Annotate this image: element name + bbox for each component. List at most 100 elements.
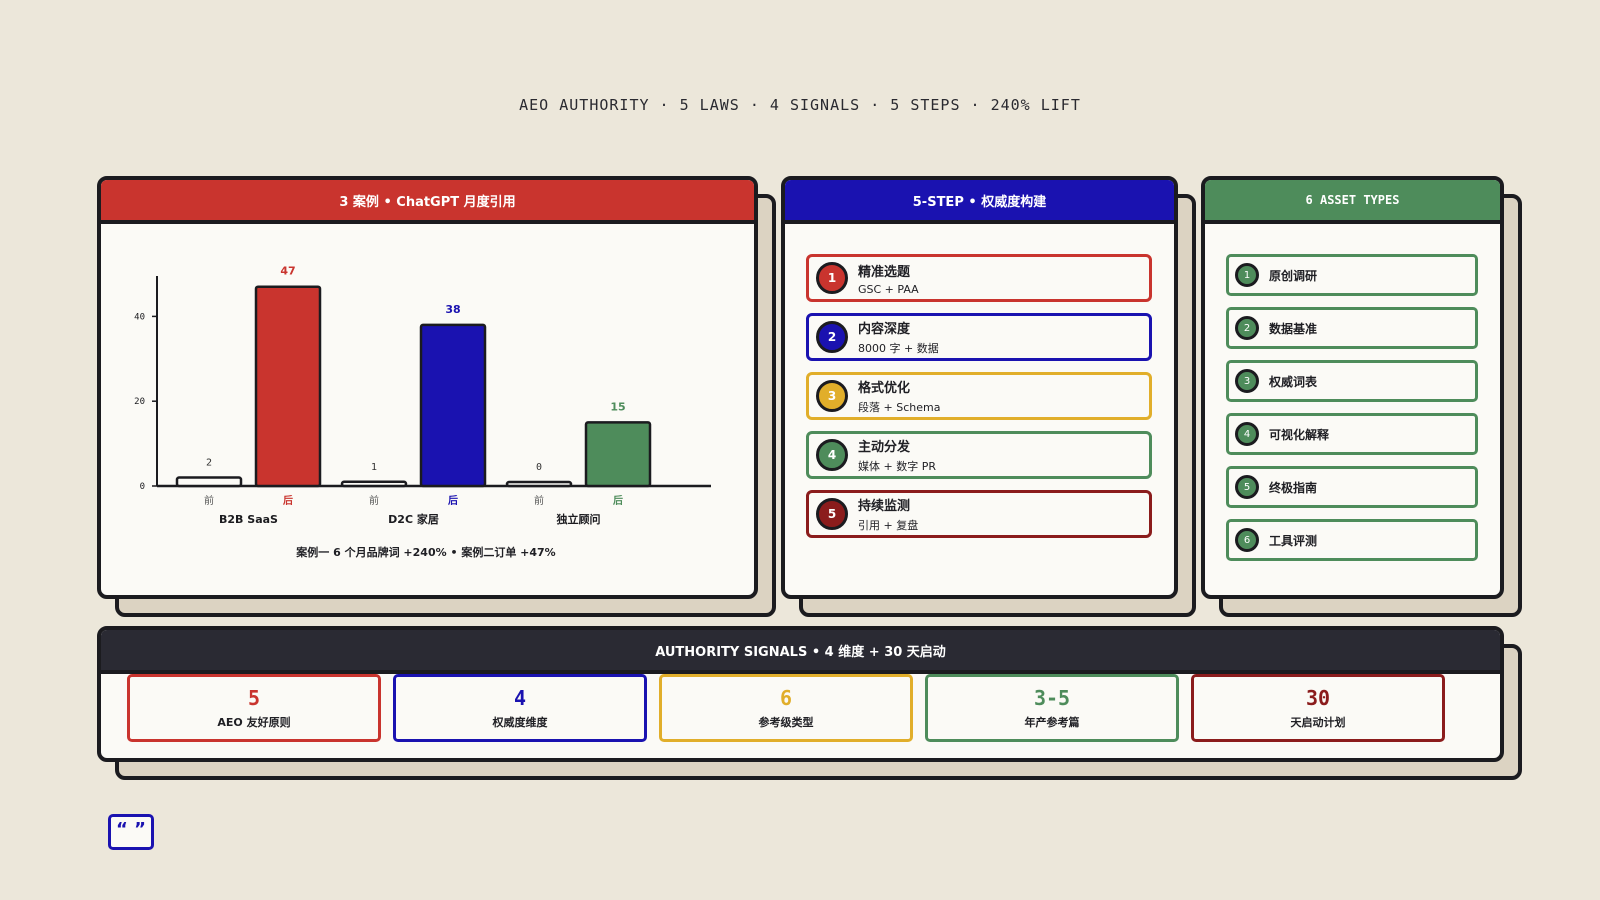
asset-item[interactable]: 1 原创调研 <box>1226 254 1478 296</box>
signal-stat: 30 天启动计划 <box>1191 674 1445 742</box>
y-tick-label: 40 <box>134 312 145 322</box>
bar-before-value-label: 1 <box>371 462 377 473</box>
signal-value: 5 <box>247 686 261 710</box>
asset-item[interactable]: 2 数据基准 <box>1226 307 1478 349</box>
signal-label: 参考级类型 <box>758 716 814 729</box>
step-text: 主动分发 媒体 + 数字 PR <box>858 436 936 474</box>
step-title: 格式优化 <box>858 381 911 396</box>
step-number-badge: 4 <box>816 439 848 471</box>
signal-stat: 4 权威度维度 <box>393 674 647 742</box>
bar-before-value-label: 0 <box>536 462 542 473</box>
signal-stat: 5 AEO 友好原则 <box>127 674 381 742</box>
asset-number-badge: 3 <box>1235 369 1259 393</box>
asset-item[interactable]: 4 可视化解释 <box>1226 413 1478 455</box>
bar-after <box>584 421 652 488</box>
signal-value: 30 <box>1305 686 1331 710</box>
asset-number-badge: 1 <box>1235 263 1259 287</box>
signals-card-title: AUTHORITY SIGNALS • 4 维度 + 30 天启动 <box>101 630 1500 674</box>
asset-label: 终极指南 <box>1269 480 1318 495</box>
signals-card-face: AUTHORITY SIGNALS • 4 维度 + 30 天启动 5 AEO … <box>97 626 1504 762</box>
step-subtitle: 8000 字 + 数据 <box>858 342 939 355</box>
step-subtitle: 段落 + Schema <box>858 401 941 414</box>
y-tick-label: 0 <box>140 482 145 492</box>
category-label: B2B SaaS <box>219 513 278 526</box>
step-number-badge: 5 <box>816 498 848 530</box>
series-label-after: 后 <box>613 494 623 507</box>
bar-before <box>175 476 243 488</box>
signal-value: 4 <box>513 686 527 710</box>
series-label-before: 前 <box>204 494 214 507</box>
steps-list: 1 精准选题 GSC + PAA 2 内容深度 8000 字 + 数据 3 格式… <box>806 254 1152 549</box>
steps-card-face: 5-STEP • 权威度构建 1 精准选题 GSC + PAA 2 内容深度 8… <box>781 176 1178 599</box>
asset-number-badge: 2 <box>1235 316 1259 340</box>
step-number-badge: 3 <box>816 380 848 412</box>
cases-card-face: 3 案例 • ChatGPT 月度引用 0 20 40 2 47 前 后 B2B SaaS 1 3… <box>97 176 758 599</box>
assets-card-title: 6 ASSET TYPES <box>1205 180 1500 224</box>
asset-label: 原创调研 <box>1269 268 1318 283</box>
bar-after <box>419 323 487 488</box>
asset-number-badge: 6 <box>1235 528 1259 552</box>
step-item[interactable]: 5 持续监测 引用 + 复盘 <box>806 490 1152 538</box>
signal-value: 6 <box>779 686 793 710</box>
series-label-before: 前 <box>369 494 379 507</box>
signals-card: AUTHORITY SIGNALS • 4 维度 + 30 天启动 5 AEO … <box>97 626 1522 780</box>
bar-before <box>505 480 573 488</box>
step-title: 主动分发 <box>858 440 911 455</box>
step-title: 精准选题 <box>858 264 911 280</box>
quote-icon[interactable]: “ ” <box>108 814 154 850</box>
y-tick-label: 20 <box>134 397 145 407</box>
signal-label: AEO 友好原则 <box>217 716 291 729</box>
steps-card: 5-STEP • 权威度构建 1 精准选题 GSC + PAA 2 内容深度 8… <box>781 176 1196 617</box>
assets-card: 6 ASSET TYPES 1 原创调研 2 数据基准 3 权威词表 4 可视化… <box>1201 176 1522 617</box>
signals-row: 5 AEO 友好原则 4 权威度维度 6 参考级类型 3-5 年产参考篇 30 … <box>127 674 1445 742</box>
cases-card: 3 案例 • ChatGPT 月度引用 0 20 40 2 47 前 后 B2B SaaS 1 3… <box>97 176 776 617</box>
step-item[interactable]: 2 内容深度 8000 字 + 数据 <box>806 313 1152 361</box>
asset-label: 工具评测 <box>1269 533 1318 548</box>
series-label-after: 后 <box>283 494 293 507</box>
asset-label: 可视化解释 <box>1269 427 1330 442</box>
steps-card-title: 5-STEP • 权威度构建 <box>785 180 1174 224</box>
asset-label: 权威词表 <box>1269 374 1318 389</box>
bar-after-value-label: 38 <box>445 303 460 316</box>
step-item[interactable]: 3 格式优化 段落 + Schema <box>806 372 1152 420</box>
assets-list: 1 原创调研 2 数据基准 3 权威词表 4 可视化解释 5 终极指南 6 工具… <box>1226 254 1478 572</box>
signal-value: 3-5 <box>1033 686 1071 710</box>
step-text: 内容深度 8000 字 + 数据 <box>858 318 939 356</box>
step-subtitle: 媒体 + 数字 PR <box>858 460 936 473</box>
bar-before-value-label: 2 <box>206 458 212 469</box>
asset-item[interactable]: 5 终极指南 <box>1226 466 1478 508</box>
headline: AEO AUTHORITY · 5 LAWS · 4 SIGNALS · 5 S… <box>519 96 1081 114</box>
asset-number-badge: 4 <box>1235 422 1259 446</box>
step-number-badge: 2 <box>816 321 848 353</box>
signal-label: 年产参考篇 <box>1024 716 1080 729</box>
step-number-badge: 1 <box>816 262 848 294</box>
bar-before <box>340 480 408 488</box>
step-title: 内容深度 <box>858 322 911 337</box>
step-item[interactable]: 4 主动分发 媒体 + 数字 PR <box>806 431 1152 479</box>
step-text: 精准选题 GSC + PAA <box>858 261 919 296</box>
step-title: 持续监测 <box>858 499 911 514</box>
bar-after <box>254 285 322 488</box>
asset-item[interactable]: 6 工具评测 <box>1226 519 1478 561</box>
signal-stat: 3-5 年产参考篇 <box>925 674 1179 742</box>
step-subtitle: 引用 + 复盘 <box>858 519 919 532</box>
cases-card-title: 3 案例 • ChatGPT 月度引用 <box>101 180 754 224</box>
asset-number-badge: 5 <box>1235 475 1259 499</box>
series-label-after: 后 <box>448 494 458 507</box>
asset-label: 数据基准 <box>1269 321 1318 336</box>
step-text: 持续监测 引用 + 复盘 <box>858 495 918 533</box>
asset-item[interactable]: 3 权威词表 <box>1226 360 1478 402</box>
category-label: D2C 家居 <box>388 512 439 526</box>
assets-card-face: 6 ASSET TYPES 1 原创调研 2 数据基准 3 权威词表 4 可视化… <box>1201 176 1504 599</box>
signal-stat: 6 参考级类型 <box>659 674 913 742</box>
signal-label: 权威度维度 <box>492 716 548 729</box>
citations-bar-chart: 0 20 40 2 47 前 后 B2B SaaS 1 38 前 后 D2C 家居 0 15 前 后独立顾问 <box>134 265 711 526</box>
series-label-before: 前 <box>534 494 544 507</box>
step-subtitle: GSC + PAA <box>858 282 919 296</box>
step-item[interactable]: 1 精准选题 GSC + PAA <box>806 254 1152 302</box>
chart-caption: 案例一 6 个月品牌词 +240% • 案例二订单 +47% <box>296 546 556 559</box>
bar-after-value-label: 15 <box>610 400 625 413</box>
signal-label: 天启动计划 <box>1290 716 1346 729</box>
bar-after-value-label: 47 <box>280 265 295 278</box>
category-label: 独立顾问 <box>556 512 601 526</box>
